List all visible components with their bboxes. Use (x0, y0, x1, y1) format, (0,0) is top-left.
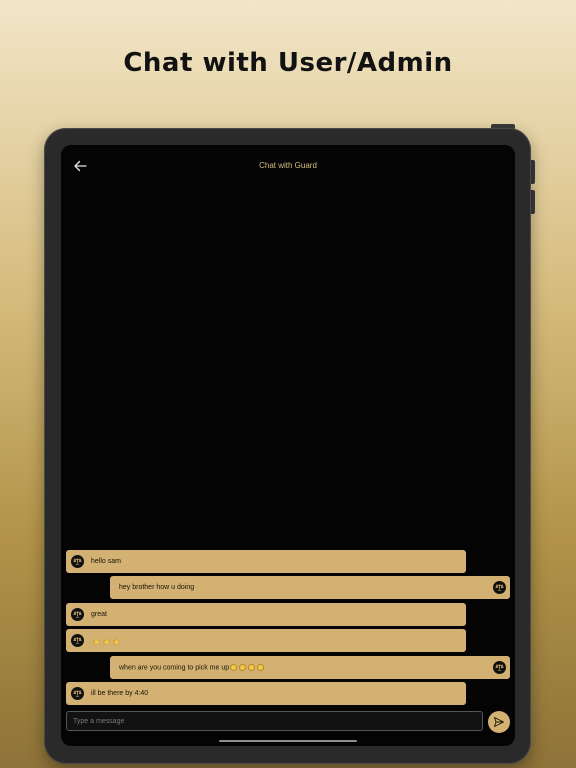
thumbs-up-icon (103, 637, 110, 644)
smiling-face-icon (248, 663, 256, 671)
message-bubble-received: ill be there by 4:40 (66, 682, 466, 705)
smiling-face-icon (239, 663, 247, 671)
smiling-face-icon (257, 663, 265, 671)
gavel-icon (71, 634, 84, 647)
message-text: ill be there by 4:40 (91, 690, 149, 697)
message-text: great (91, 611, 107, 618)
gavel-icon (493, 661, 506, 674)
chat-title: Chat with Guard (259, 161, 317, 170)
send-icon (494, 717, 504, 727)
message-text: hello sam (91, 558, 121, 565)
device-volume-down-button (531, 190, 535, 214)
message-text: when are you coming to pick me up (119, 663, 265, 672)
thumbs-up-emoji-group (92, 637, 120, 645)
message-bubble-received: hello sam (66, 550, 466, 573)
send-button[interactable] (488, 711, 510, 733)
page-headline: Chat with User/Admin (123, 48, 453, 78)
home-indicator[interactable] (219, 740, 357, 742)
thumbs-up-icon (113, 637, 120, 644)
device-volume-up-button (531, 160, 535, 184)
message-text: hey brother how u doing (119, 584, 195, 591)
message-text-content: when are you coming to pick me up (119, 664, 230, 672)
message-bubble-received: great (66, 603, 466, 626)
smiling-face-icon (230, 663, 238, 671)
smiling-face-emoji-group (230, 663, 265, 671)
gavel-icon (71, 555, 84, 568)
message-bubble-sent: hey brother how u doing (110, 576, 510, 599)
message-bubble-sent: when are you coming to pick me up (110, 656, 510, 679)
chat-screen: Chat with Guard hello sam hey brother ho… (61, 145, 515, 746)
message-bubble-received (66, 629, 466, 652)
gavel-icon (71, 608, 84, 621)
gavel-icon (71, 687, 84, 700)
thumbs-up-icon (93, 637, 100, 644)
gavel-icon (493, 581, 506, 594)
message-input[interactable] (66, 711, 483, 731)
